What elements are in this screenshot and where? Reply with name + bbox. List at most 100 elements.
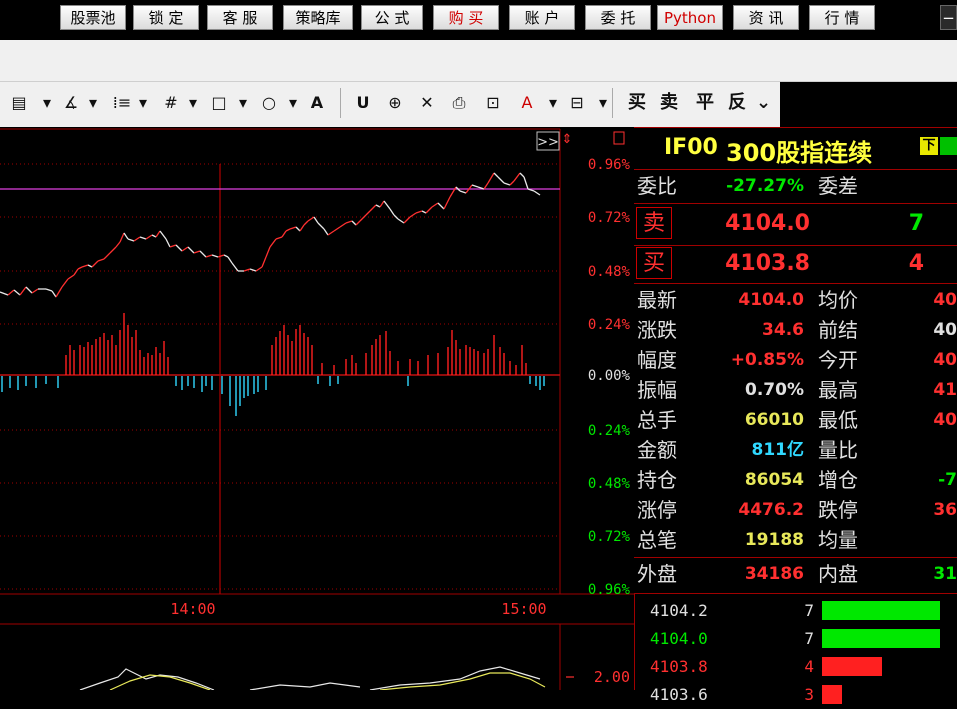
stat-label-right: 增仓: [818, 468, 858, 492]
tick-row[interactable]: 4104.0 7: [634, 625, 957, 653]
save-icon[interactable]: ⊟: [566, 90, 588, 116]
magnet-icon[interactable]: U: [352, 90, 374, 116]
grid-tool-icon[interactable]: #: [160, 90, 182, 116]
stat-label-right: 跌停: [818, 498, 858, 522]
market-button[interactable]: 行 情: [809, 5, 875, 30]
panel-divider: [634, 593, 635, 690]
waipan-label: 外盘: [637, 562, 677, 586]
more-icon[interactable]: ⌄: [756, 90, 771, 116]
pct-axis-label: 0.24%: [588, 317, 631, 333]
buy-button[interactable]: 购 买: [433, 5, 499, 30]
dropdown-icon[interactable]: ▾: [186, 90, 200, 116]
intraday-chart[interactable]: 0.96% 0.72% 0.48% 0.24% 0.00% 0.24% 0.48% 0.72%…: [0, 127, 634, 690]
dropdown-icon[interactable]: ▾: [40, 90, 54, 116]
news-button[interactable]: 资 讯: [733, 5, 799, 30]
strategy-button[interactable]: 策略库: [283, 5, 353, 30]
stat-label-right: 今开: [818, 348, 858, 372]
quote-panel: IF00 300股指连续 下 委比 -27.27% 委差 卖 4104.0 7 …: [634, 127, 957, 704]
buy-row[interactable]: 买 4103.8 4: [634, 247, 957, 281]
python-button[interactable]: Python: [657, 5, 723, 30]
lock-icon[interactable]: ⊡: [482, 90, 504, 116]
stat-row: 涨停 4476.2 跌停 36: [634, 495, 957, 525]
quote-badge-menu[interactable]: [940, 137, 957, 155]
contract-name: 300股指连续: [726, 139, 873, 167]
stat-value-right: 40: [933, 290, 957, 310]
stat-row: 金额 811亿 量比: [634, 435, 957, 465]
delete-icon[interactable]: ✕: [416, 90, 438, 116]
dropdown-icon[interactable]: ▾: [596, 90, 610, 116]
stat-value: 66010: [744, 410, 804, 430]
neipan-value: 31: [933, 564, 957, 584]
contract-code: IF00: [664, 135, 718, 160]
reverse-button[interactable]: 反: [726, 90, 748, 116]
buy-order-button[interactable]: 买: [626, 90, 648, 116]
tick-price: 4104.2: [650, 601, 708, 620]
stat-value: 34.6: [762, 320, 804, 340]
buy-label: 买: [636, 247, 672, 279]
copy-icon[interactable]: ⊕: [384, 90, 406, 116]
angle-tool-icon[interactable]: ∡: [60, 90, 82, 116]
tick-row[interactable]: 4103.6 3: [634, 681, 957, 709]
stat-label: 幅度: [637, 348, 677, 372]
tick-price: 4103.6: [650, 685, 708, 704]
anchor-icon: ⇕: [562, 132, 573, 147]
stat-label: 涨跌: [637, 318, 677, 342]
expand-button[interactable]: >>: [537, 135, 559, 150]
tick-row[interactable]: 4103.8 4: [634, 653, 957, 681]
dropdown-icon[interactable]: ▾: [286, 90, 300, 116]
waipan-row: 外盘 34186 内盘 31: [634, 559, 957, 589]
circle-tool-icon[interactable]: ○: [258, 90, 280, 116]
stat-row: 幅度 +0.85% 今开 40: [634, 345, 957, 375]
tick-volume-bar: [822, 601, 940, 620]
weicha-label: 委差: [818, 174, 858, 198]
stat-value-right: 40: [933, 410, 957, 430]
pct-axis-label: 0.48%: [588, 264, 631, 280]
trash-icon[interactable]: ⎙: [448, 90, 470, 116]
stock-pool-button[interactable]: 股票池: [60, 5, 126, 30]
stat-label-right: 最高: [818, 378, 858, 402]
font-color-icon[interactable]: A: [518, 90, 536, 116]
rect-tool-icon[interactable]: □: [208, 90, 230, 116]
stat-label-right: 最低: [818, 408, 858, 432]
stat-row: 总笔 19188 均量: [634, 525, 957, 555]
stat-value: 4476.2: [738, 500, 804, 520]
text-tool-icon[interactable]: A: [308, 90, 326, 116]
minimize-button[interactable]: −: [940, 5, 957, 30]
stat-label: 金额: [637, 438, 677, 462]
tick-price: 4103.8: [650, 657, 708, 676]
indicator-icon[interactable]: ▤: [8, 90, 30, 116]
stat-label: 涨停: [637, 498, 677, 522]
tick-price: 4104.0: [650, 629, 708, 648]
account-button[interactable]: 账 户: [509, 5, 575, 30]
stat-label-right: 量比: [818, 438, 858, 462]
pct-axis-label: 0.96%: [588, 157, 631, 173]
quote-badge-down[interactable]: 下: [920, 137, 938, 155]
dropdown-icon[interactable]: ▾: [236, 90, 250, 116]
lock-button[interactable]: 锁 定: [133, 5, 199, 30]
close-position-button[interactable]: 平: [694, 90, 716, 116]
sell-order-button[interactable]: 卖: [658, 90, 680, 116]
formula-button[interactable]: 公 式: [361, 5, 423, 30]
service-button[interactable]: 客 服: [207, 5, 273, 30]
stat-value: 4104.0: [738, 290, 804, 310]
tick-qty: 3: [804, 685, 814, 704]
stat-value-right: 41: [933, 380, 957, 400]
stat-value: 0.70%: [745, 380, 804, 400]
dropdown-icon[interactable]: ▾: [136, 90, 150, 116]
fib-tool-icon[interactable]: ⁞≡: [110, 90, 134, 116]
stat-label-right: 均量: [818, 528, 858, 552]
weibi-value: -27.27%: [726, 176, 804, 196]
neipan-label: 内盘: [818, 562, 858, 586]
sell-row[interactable]: 卖 4104.0 7: [634, 207, 957, 241]
pct-axis-label: 0.96%: [588, 582, 631, 598]
info-strip: [0, 40, 957, 82]
tick-qty: 4: [804, 657, 814, 676]
tick-row[interactable]: 4104.2 7: [634, 597, 957, 625]
tick-volume-bar: [822, 629, 940, 648]
sell-label: 卖: [636, 207, 672, 239]
order-button[interactable]: 委 托: [585, 5, 651, 30]
dropdown-icon[interactable]: ▾: [546, 90, 560, 116]
sell-qty: 7: [908, 211, 924, 236]
tick-qty: 7: [804, 629, 814, 648]
dropdown-icon[interactable]: ▾: [86, 90, 100, 116]
